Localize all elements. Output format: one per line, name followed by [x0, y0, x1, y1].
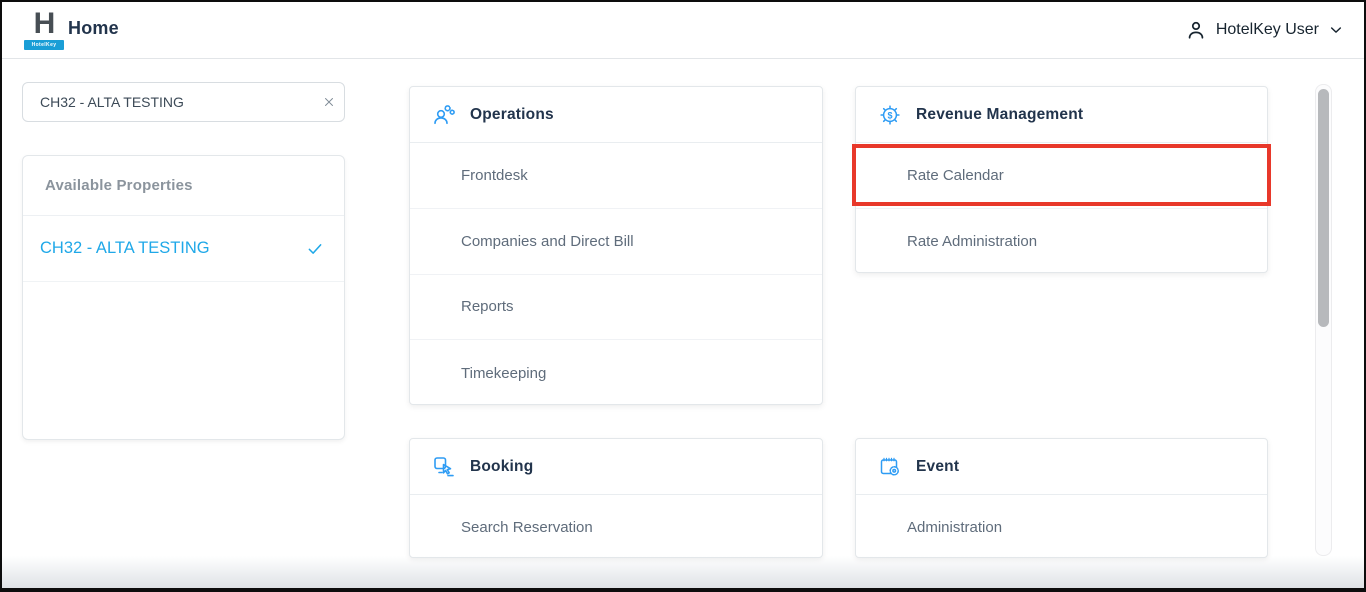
selected-check-icon — [306, 240, 324, 258]
bottom-fade — [2, 556, 1364, 588]
menu-item-search-reservation[interactable]: Search Reservation — [410, 495, 822, 558]
menu-item-companies-direct-bill[interactable]: Companies and Direct Bill — [410, 209, 822, 275]
menu-item-administration[interactable]: Administration — [856, 495, 1267, 558]
menu-item-rate-calendar[interactable]: Rate Calendar — [856, 143, 1267, 209]
property-list-item[interactable]: CH32 - ALTA TESTING — [23, 216, 344, 282]
user-icon — [1185, 19, 1207, 41]
card-operations: Operations Frontdesk Companies and Direc… — [409, 86, 823, 405]
card-revenue-management: $ Revenue Management Rate Calendar Rate … — [855, 86, 1268, 273]
operations-icon — [432, 103, 456, 127]
card-booking: Booking Search Reservation — [409, 438, 823, 558]
available-properties-panel: Available Properties CH32 - ALTA TESTING — [22, 155, 345, 440]
logo-letter: H — [24, 8, 64, 40]
hotelkey-logo[interactable]: H HotelKey — [24, 8, 64, 50]
booking-icon — [432, 455, 456, 479]
card-title: Operations — [470, 106, 554, 124]
menu-item-reports[interactable]: Reports — [410, 275, 822, 341]
user-name: HotelKey User — [1216, 21, 1319, 39]
chevron-down-icon — [1328, 22, 1344, 38]
card-booking-header: Booking — [410, 439, 822, 495]
card-revenue-header: $ Revenue Management — [856, 87, 1267, 143]
event-icon — [878, 455, 902, 479]
menu-item-rate-administration[interactable]: Rate Administration — [856, 209, 1267, 274]
card-event: Event Administration — [855, 438, 1268, 558]
property-search-input[interactable] — [23, 94, 314, 110]
app-window: H HotelKey Home HotelKey User — [0, 0, 1366, 592]
card-event-header: Event — [856, 439, 1267, 495]
menu-item-timekeeping[interactable]: Timekeeping — [410, 340, 822, 405]
card-title: Booking — [470, 458, 533, 476]
scrollbar-thumb[interactable] — [1318, 89, 1329, 327]
clear-search-icon[interactable] — [314, 83, 344, 121]
card-operations-header: Operations — [410, 87, 822, 143]
user-menu[interactable]: HotelKey User — [1185, 15, 1344, 45]
page-title: Home — [68, 18, 119, 39]
property-label: CH32 - ALTA TESTING — [40, 239, 306, 258]
svg-text:$: $ — [887, 110, 892, 120]
revenue-management-icon: $ — [878, 103, 902, 127]
scrollbar-track[interactable] — [1315, 84, 1332, 556]
logo-brand-label: HotelKey — [24, 40, 64, 50]
card-title: Revenue Management — [916, 106, 1083, 124]
available-properties-title: Available Properties — [23, 156, 344, 216]
app-header: H HotelKey Home HotelKey User — [2, 2, 1364, 59]
property-search-box — [22, 82, 345, 122]
card-title: Event — [916, 458, 959, 476]
menu-item-frontdesk[interactable]: Frontdesk — [410, 143, 822, 209]
